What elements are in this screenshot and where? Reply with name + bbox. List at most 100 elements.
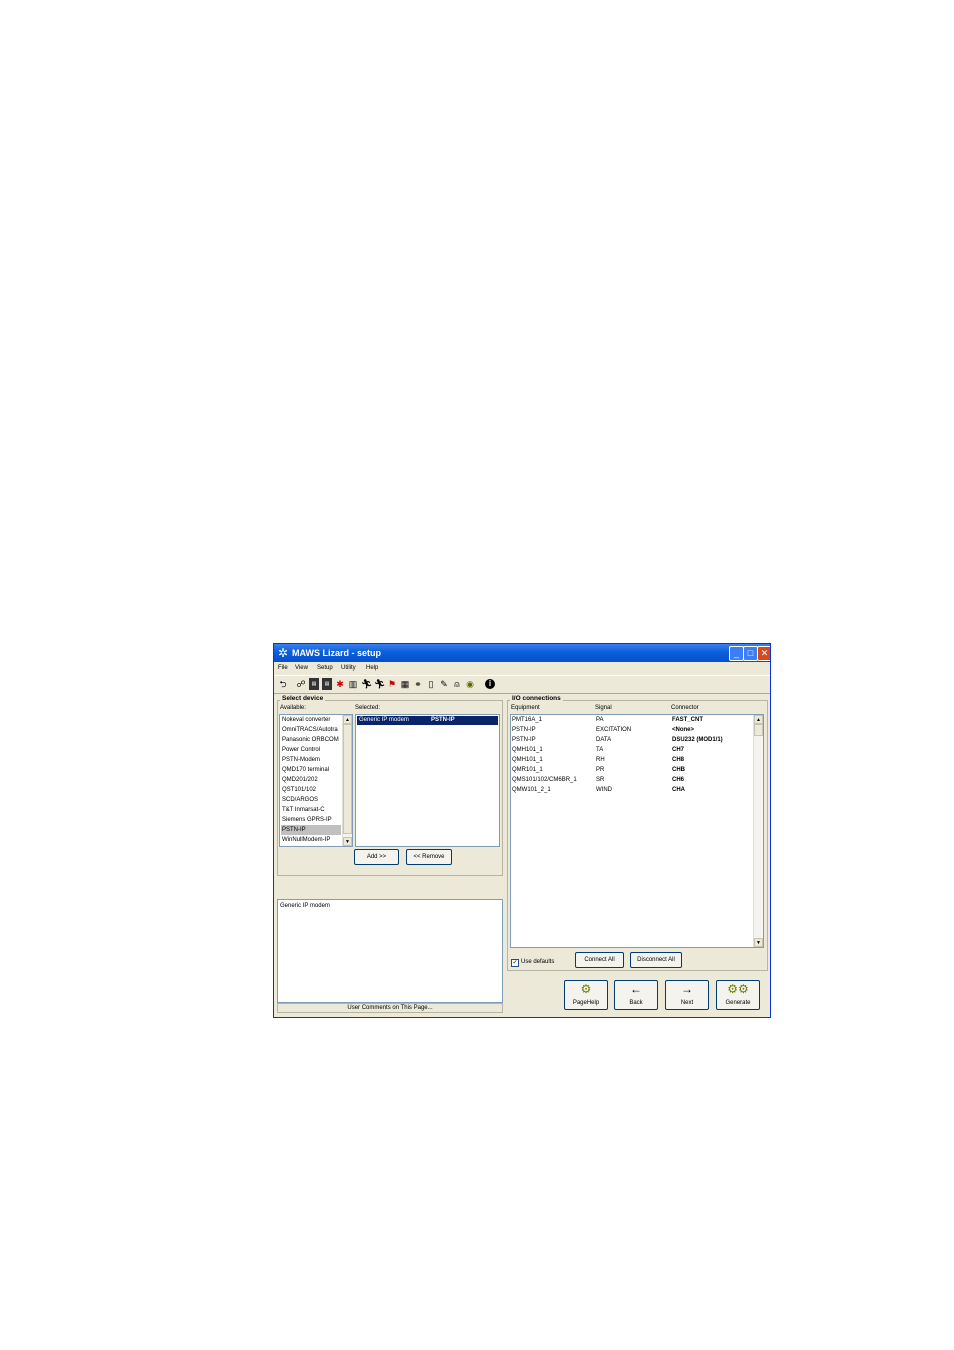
minimize-icon: _ bbox=[733, 648, 739, 658]
available-list-item[interactable]: Siemens GPRS-IP bbox=[282, 815, 332, 825]
available-list-item[interactable]: Power Control bbox=[282, 745, 320, 755]
remove-button[interactable]: << Remove bbox=[406, 849, 452, 865]
description-text: Generic IP modem bbox=[280, 903, 330, 909]
connector-cell: CH8 bbox=[672, 757, 685, 763]
menu-setup[interactable]: Setup bbox=[317, 662, 333, 674]
page-icon[interactable]: ▯ bbox=[426, 678, 436, 690]
signal-cell: WIND bbox=[596, 787, 612, 793]
description-textarea[interactable]: Generic IP modem bbox=[277, 899, 503, 1003]
connector-cell: CH7 bbox=[672, 747, 685, 753]
connector-cell: <None> bbox=[672, 727, 695, 733]
pagehelp-button[interactable]: ⚙ PageHelp bbox=[564, 980, 608, 1010]
pen-icon[interactable]: ✎ bbox=[439, 678, 449, 690]
header-connector: Connector bbox=[671, 705, 699, 711]
available-list-item[interactable]: QMD170 terminal bbox=[282, 765, 329, 775]
header-signal: Signal bbox=[595, 705, 612, 711]
next-button[interactable]: → Next bbox=[665, 980, 709, 1010]
menu-bar: File View Setup Utility Help bbox=[274, 662, 770, 674]
available-list-item[interactable]: PSTN-IP bbox=[281, 825, 341, 835]
menu-utility[interactable]: Utility bbox=[341, 662, 356, 674]
user-comments-footer[interactable]: User Comments on This Page... bbox=[277, 1003, 503, 1013]
selected-label: Selected: bbox=[355, 705, 381, 711]
signal-cell: EXCITATION bbox=[596, 727, 632, 733]
next-label: Next bbox=[680, 1000, 694, 1006]
right-arrow-icon: → bbox=[681, 982, 693, 996]
device2-icon[interactable]: ▤ bbox=[322, 678, 332, 690]
runner-icon[interactable]: 🏃︎ bbox=[361, 678, 372, 690]
connect-all-button[interactable]: Connect All bbox=[575, 952, 624, 968]
globe-icon[interactable]: ◉ bbox=[465, 678, 475, 690]
flag-icon[interactable]: ⚑ bbox=[387, 678, 397, 690]
scroll-up-icon[interactable]: ▲ bbox=[343, 715, 352, 724]
available-list-item[interactable]: SCD/ARGOS bbox=[282, 795, 318, 805]
io-scrollbar[interactable]: ▲ ▼ bbox=[753, 715, 763, 947]
equipment-cell: PSTN-IP bbox=[512, 727, 536, 733]
device-icon[interactable]: ▤ bbox=[309, 678, 319, 690]
available-list-item[interactable]: QMD201/202 bbox=[282, 775, 318, 785]
equipment-cell: PSTN-IP bbox=[512, 737, 536, 743]
io-connections-list[interactable]: PMT16A_1 PA FAST_CNT PSTN-IP EXCITATION <None… bbox=[510, 714, 764, 948]
equipment-cell: QMR101_1 bbox=[512, 767, 543, 773]
available-list[interactable]: Nokeval converter OmniTRACS/Autotra Panaso… bbox=[279, 714, 353, 847]
available-list-item[interactable]: WinNullModem-IP bbox=[282, 835, 330, 845]
generate-button[interactable]: ⚙⚙ Generate bbox=[716, 980, 760, 1010]
logger-icon[interactable]: ▥ bbox=[348, 678, 358, 690]
equipment-cell: QMH101_1 bbox=[512, 747, 543, 753]
back-arrow-icon[interactable]: ⮌ bbox=[278, 678, 288, 690]
scroll-down-icon[interactable]: ▼ bbox=[754, 938, 763, 947]
menu-view[interactable]: View bbox=[295, 662, 308, 674]
available-scrollbar[interactable]: ▲ ▼ bbox=[342, 715, 352, 846]
bike-icon[interactable]: ⚭ bbox=[413, 678, 423, 690]
close-button[interactable]: ✕ bbox=[757, 646, 770, 661]
sensor-icon[interactable]: ✱ bbox=[335, 678, 345, 690]
selected-list-item[interactable]: Generic IP modem PSTN-IP bbox=[357, 716, 498, 725]
minimize-button[interactable]: _ bbox=[729, 646, 744, 661]
pagehelp-label: PageHelp bbox=[572, 1000, 600, 1006]
selected-item-type: PSTN-IP bbox=[431, 717, 455, 723]
available-label: Available: bbox=[280, 705, 306, 711]
signal-cell: PR bbox=[596, 767, 605, 773]
use-defaults-checkbox[interactable]: ✓ bbox=[511, 959, 519, 967]
network-icon[interactable]: ☍ bbox=[296, 678, 306, 690]
available-list-item[interactable]: OmniTRACS/Autotra bbox=[282, 725, 338, 735]
window-title: MAWS Lizard - setup bbox=[292, 648, 382, 658]
connector-cell: CHA bbox=[672, 787, 685, 793]
menu-help[interactable]: Help bbox=[366, 662, 378, 674]
signal-cell: RH bbox=[596, 757, 605, 763]
disconnect-all-button[interactable]: Disconnect All bbox=[630, 952, 682, 968]
back-label: Back bbox=[629, 1000, 643, 1006]
gears-icon: ⚙⚙ bbox=[727, 982, 749, 996]
equipment-cell: QMS101/102/CM6BR_1 bbox=[512, 777, 577, 783]
lizard-icon: ✲ bbox=[278, 646, 289, 660]
add-button[interactable]: Add >> bbox=[354, 849, 399, 865]
selected-list[interactable]: Generic IP modem PSTN-IP bbox=[355, 714, 500, 847]
signal-cell: SR bbox=[596, 777, 605, 783]
scroll-up-icon[interactable]: ▲ bbox=[754, 715, 763, 724]
equipment-cell: QMH101_1 bbox=[512, 757, 543, 763]
maximize-button[interactable]: □ bbox=[743, 646, 758, 661]
signal-cell: PA bbox=[596, 717, 604, 723]
available-list-item[interactable]: PSTN-Modem bbox=[282, 755, 320, 765]
title-bar[interactable]: ✲ MAWS Lizard - setup _ □ ✕ bbox=[274, 644, 770, 662]
scroll-down-icon[interactable]: ▼ bbox=[343, 837, 352, 846]
menu-file[interactable]: File bbox=[278, 662, 288, 674]
scroll-thumb[interactable] bbox=[754, 724, 763, 736]
runner2-icon[interactable]: 🏃︎ bbox=[374, 678, 385, 690]
selected-item-name: Generic IP modem bbox=[359, 717, 409, 723]
alarm-icon[interactable]: ⍝ bbox=[452, 678, 462, 690]
left-arrow-icon: ← bbox=[630, 982, 642, 996]
calc-icon[interactable]: ▦ bbox=[400, 678, 410, 690]
info-icon[interactable]: i bbox=[485, 679, 495, 689]
connector-cell: DSU232 (MOD1/1) bbox=[672, 737, 723, 743]
available-list-item[interactable]: Nokeval converter bbox=[282, 715, 330, 725]
maws-lizard-window: ✲ MAWS Lizard - setup _ □ ✕ File View Se… bbox=[273, 643, 771, 1018]
generate-label: Generate bbox=[725, 1000, 751, 1006]
available-list-item[interactable]: QST101/102 bbox=[282, 785, 316, 795]
signal-cell: TA bbox=[596, 747, 604, 753]
scroll-thumb[interactable] bbox=[343, 724, 352, 834]
back-button[interactable]: ← Back bbox=[614, 980, 658, 1010]
available-list-item[interactable]: Panasonic ORBCOM bbox=[282, 735, 339, 745]
connector-cell: FAST_CNT bbox=[672, 717, 704, 723]
connector-cell: CHB bbox=[672, 767, 685, 773]
available-list-item[interactable]: T&T Inmarsat-C bbox=[282, 805, 325, 815]
